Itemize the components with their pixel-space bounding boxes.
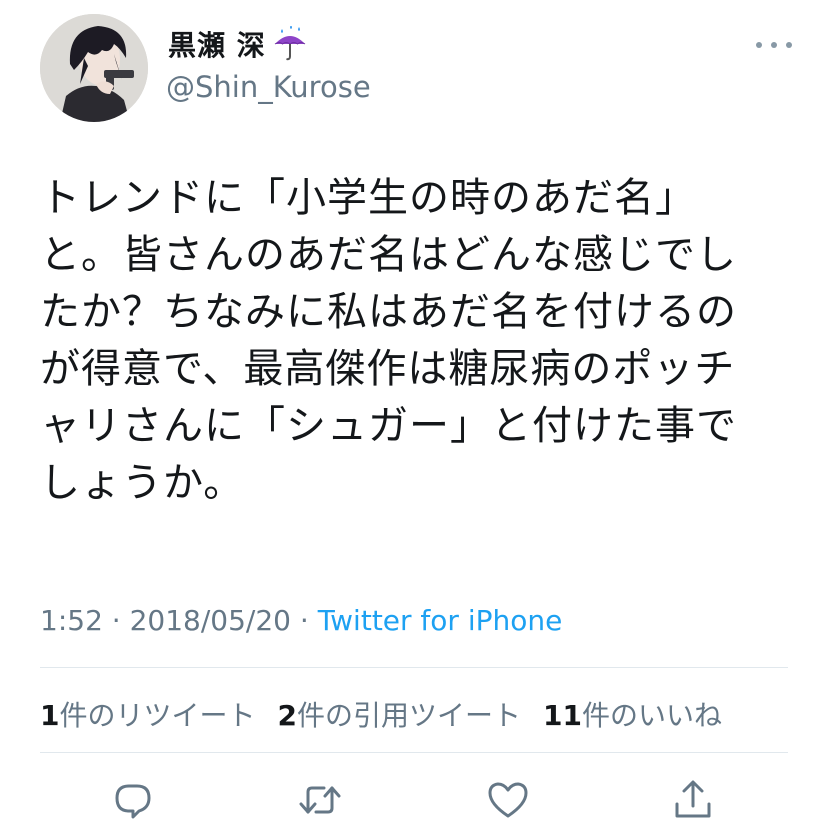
tweet-line: トレンドに「小学生の時のあだ名」 xyxy=(40,175,696,221)
tweet-line: たか？ちなみに私はあだ名を付けるの xyxy=(40,289,737,335)
quotes-count: 2 xyxy=(277,699,297,732)
tweet-line: が得意で、最高傑作は糖尿病のポッチ xyxy=(40,346,736,392)
more-dot xyxy=(771,42,777,48)
tweet-line: しょうか。 xyxy=(40,460,245,506)
tweet-source[interactable]: Twitter for iPhone xyxy=(318,604,563,637)
tweet-line: ャリさんに「シュガー」と付けた事で xyxy=(40,403,737,449)
umbrella-rain-icon xyxy=(274,26,306,61)
user-name-row[interactable]: 黒瀬 深 xyxy=(168,24,308,64)
avatar-image xyxy=(40,14,148,122)
tweet-meta: 1:52 · 2018/05/20 · Twitter for iPhone xyxy=(40,604,562,637)
tweet-text: トレンドに「小学生の時のあだ名」 と。皆さんのあだ名はどんな感じでし たか？ちな… xyxy=(40,170,800,512)
share-icon[interactable] xyxy=(671,778,715,822)
likes-count: 11 xyxy=(543,699,582,732)
meta-separator: · xyxy=(290,604,318,637)
retweets-label: 件のリツイート xyxy=(59,699,256,732)
retweets-count: 1 xyxy=(40,699,60,732)
action-bar xyxy=(0,770,828,830)
divider xyxy=(40,752,788,753)
like-icon[interactable] xyxy=(486,778,530,822)
tweet-stats: 1件のリツイート 2件の引用ツイート 11件のいいね xyxy=(40,694,722,734)
more-dot xyxy=(756,42,762,48)
tweet-time[interactable]: 1:52 xyxy=(40,604,103,637)
divider xyxy=(40,667,788,668)
retweet-icon[interactable] xyxy=(298,778,342,822)
quotes-label: 件の引用ツイート xyxy=(296,699,521,732)
avatar[interactable] xyxy=(40,14,148,122)
retweets-stat[interactable]: 1件のリツイート xyxy=(40,694,256,734)
display-name[interactable]: 黒瀬 深 xyxy=(168,24,266,64)
quotes-stat[interactable]: 2件の引用ツイート xyxy=(278,694,522,734)
tweet-date[interactable]: 2018/05/20 xyxy=(130,604,291,637)
tweet-line: と。皆さんのあだ名はどんな感じでし xyxy=(40,232,737,278)
likes-label: 件のいいね xyxy=(581,699,722,732)
likes-stat[interactable]: 11件のいいね xyxy=(543,694,722,734)
meta-separator: · xyxy=(102,604,130,637)
reply-icon[interactable] xyxy=(111,778,155,822)
more-dot xyxy=(786,42,792,48)
user-handle[interactable]: @Shin_Kurose xyxy=(166,70,371,104)
more-icon[interactable] xyxy=(756,36,792,54)
